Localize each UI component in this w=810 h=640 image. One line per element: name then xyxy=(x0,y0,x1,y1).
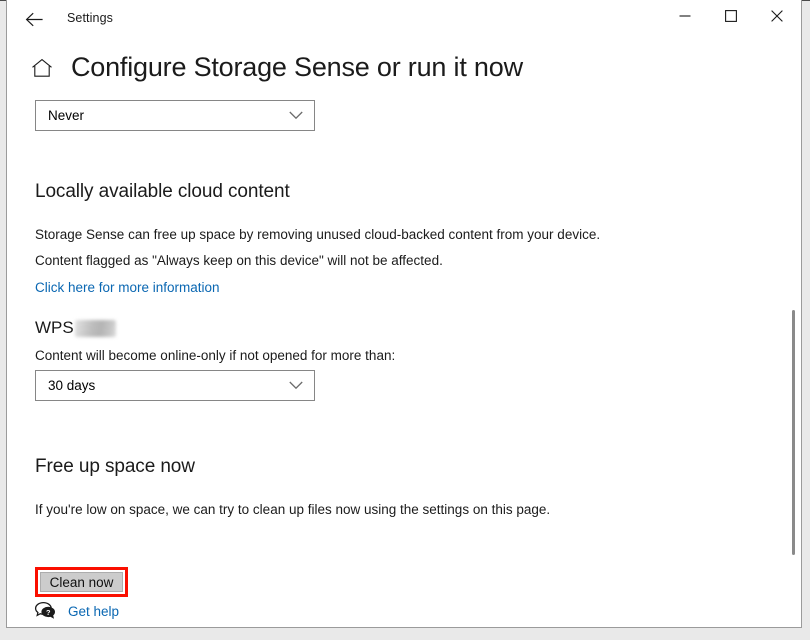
page-header: Configure Storage Sense or run it now xyxy=(29,52,523,83)
get-help-row[interactable]: ? Get help xyxy=(33,600,119,622)
maximize-icon[interactable] xyxy=(708,0,754,31)
cloud-account-name: WPS xyxy=(35,318,74,337)
free-up-space-description: If you're low on space, we can try to cl… xyxy=(35,502,551,517)
back-arrow-icon[interactable] xyxy=(15,3,53,35)
help-bubble-icon: ? xyxy=(33,600,57,622)
cloud-content-description-line-2: Content flagged as "Always keep on this … xyxy=(35,253,443,268)
chevron-down-icon xyxy=(289,111,303,120)
settings-window: Settings Configure Storage Sense or run … xyxy=(6,0,802,628)
free-up-space-heading: Free up space now xyxy=(35,456,195,477)
svg-text:?: ? xyxy=(46,608,51,617)
cloud-online-only-label: Content will become online-only if not o… xyxy=(35,348,396,363)
clean-now-button[interactable]: Clean now xyxy=(40,572,123,592)
page-title: Configure Storage Sense or run it now xyxy=(71,52,523,82)
title-bar: Settings xyxy=(7,0,801,38)
minimize-icon[interactable] xyxy=(662,0,708,31)
cloud-content-description-line-1: Storage Sense can free up space by remov… xyxy=(35,227,601,242)
vertical-scrollbar-track[interactable] xyxy=(787,38,801,627)
cloud-content-heading: Locally available cloud content xyxy=(35,181,290,202)
home-icon[interactable] xyxy=(29,55,55,81)
close-icon[interactable] xyxy=(754,0,800,31)
cloud-account-row: WPS xyxy=(35,318,116,338)
storage-sense-schedule-dropdown[interactable]: Never xyxy=(35,100,315,131)
schedule-selected-value: Never xyxy=(48,108,85,123)
more-information-link[interactable]: Click here for more information xyxy=(35,280,220,295)
settings-page-content: Configure Storage Sense or run it now Ne… xyxy=(7,38,801,627)
redaction-blur xyxy=(74,319,116,337)
chevron-down-icon xyxy=(289,381,303,390)
cloud-content-days-dropdown[interactable]: 30 days xyxy=(35,370,315,401)
app-title: Settings xyxy=(67,11,113,25)
get-help-link[interactable]: Get help xyxy=(68,604,119,619)
days-selected-value: 30 days xyxy=(48,378,96,393)
vertical-scrollbar-thumb[interactable] xyxy=(792,310,795,555)
